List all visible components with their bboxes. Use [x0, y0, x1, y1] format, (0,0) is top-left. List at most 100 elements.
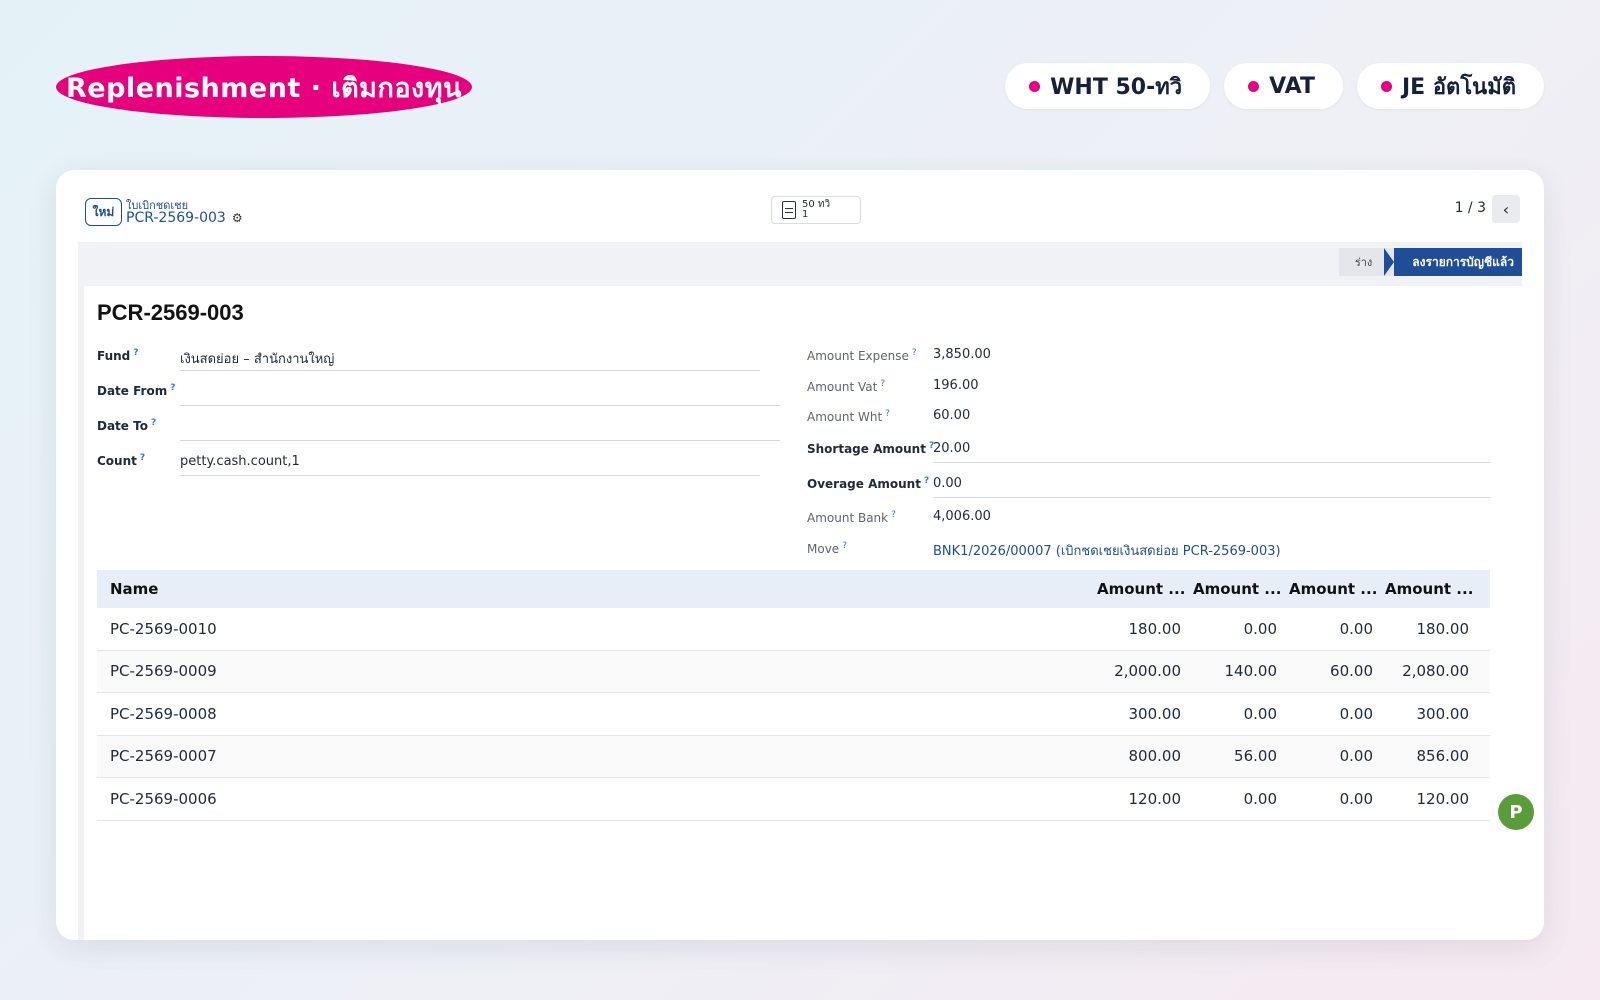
- shortage-amount-underline: [933, 462, 1491, 463]
- table-row[interactable]: PC-2569-0010 180.00 0.00 0.00 180.00: [97, 608, 1490, 651]
- amount-vat-label-text: Amount Vat: [807, 380, 878, 394]
- count-label: Count?: [97, 453, 145, 468]
- form-sheet: PCR-2569-003 Fund? เงินสดย่อย – สำนักงาน…: [84, 286, 1534, 940]
- move-link[interactable]: BNK1/2026/00007 (เบิกชดเชยเงินสดย่อย PCR…: [933, 540, 1281, 561]
- column-header-name[interactable]: Name: [97, 580, 1097, 598]
- avatar[interactable]: P: [1498, 794, 1534, 830]
- amount-wht-value: 60.00: [933, 408, 971, 423]
- cell-amount: 2,000.00: [1114, 662, 1181, 681]
- tag-je: JE อัตโนมัติ: [1356, 63, 1544, 109]
- column-header-amount[interactable]: Amount ...: [1097, 580, 1193, 598]
- cell-amount: 180.00: [1416, 619, 1470, 638]
- lines-table: Name Amount ... Amount ... Amount ... Am…: [97, 570, 1490, 821]
- feature-tags: WHT 50-ทวิ VAT JE อัตโนมัติ: [1005, 63, 1544, 109]
- attachment-label: 50 ทวิ 1: [802, 200, 830, 220]
- cell-name: PC-2569-0008: [110, 704, 217, 723]
- column-header-amount[interactable]: Amount ...: [1289, 580, 1385, 598]
- overage-amount-label: Overage Amount?: [807, 476, 929, 491]
- app-window: ใหม่ ใบเบิกชดเชย PCR-2569-003 ⚙ 50 ทวิ 1…: [56, 170, 1544, 940]
- cell-amount: 0.00: [1339, 789, 1373, 808]
- amount-bank-label: Amount Bank?: [807, 510, 896, 525]
- cell-amount: 60.00: [1330, 662, 1373, 681]
- chevron-left-icon[interactable]: ‹: [1492, 195, 1520, 223]
- count-underline: [180, 475, 760, 476]
- help-icon[interactable]: ?: [885, 409, 890, 419]
- cell-amount: 300.00: [1128, 704, 1182, 723]
- cell-amount: 856.00: [1416, 747, 1470, 766]
- column-header-amount[interactable]: Amount ...: [1385, 580, 1481, 598]
- table-row[interactable]: PC-2569-0009 2,000.00 140.00 60.00 2,080…: [97, 650, 1490, 693]
- help-icon[interactable]: ?: [170, 383, 175, 393]
- column-header-amount[interactable]: Amount ...: [1193, 580, 1289, 598]
- cell-amount: 800.00: [1128, 747, 1182, 766]
- help-icon[interactable]: ?: [880, 379, 885, 389]
- record-title: PCR-2569-003: [97, 300, 244, 325]
- cell-amount: 56.00: [1234, 747, 1277, 766]
- help-icon[interactable]: ?: [924, 476, 929, 486]
- cell-amount: 0.00: [1339, 619, 1373, 638]
- overage-amount-underline: [933, 497, 1491, 498]
- tag-label: JE อัตโนมัติ: [1401, 74, 1516, 100]
- count-label-text: Count: [97, 454, 137, 468]
- amount-expense-label: Amount Expense?: [807, 348, 917, 363]
- bullet-dot-icon: [1029, 80, 1041, 92]
- breadcrumb-current-label: PCR-2569-003: [126, 210, 226, 226]
- amount-vat-value: 196.00: [933, 378, 979, 393]
- tag-vat: VAT: [1224, 63, 1343, 109]
- shortage-amount-label-text: Shortage Amount: [807, 442, 926, 456]
- cell-name: PC-2569-0006: [110, 789, 217, 808]
- help-icon[interactable]: ?: [912, 348, 917, 358]
- move-label: Move?: [807, 541, 847, 556]
- count-field[interactable]: petty.cash.count,1: [180, 454, 300, 469]
- shortage-amount-field[interactable]: 20.00: [933, 441, 970, 456]
- table-row[interactable]: PC-2569-0008 300.00 0.00 0.00 300.00: [97, 693, 1490, 736]
- cell-name: PC-2569-0010: [110, 619, 217, 638]
- cell-amount: 300.00: [1416, 704, 1470, 723]
- table-header: Name Amount ... Amount ... Amount ... Am…: [97, 570, 1490, 608]
- status-posted[interactable]: ลงรายการบัญชีแล้ว: [1384, 248, 1522, 276]
- statusbar: ร่าง ลงรายการบัญชีแล้ว: [1338, 248, 1522, 276]
- amount-bank-label-text: Amount Bank: [807, 511, 889, 525]
- fund-underline: [180, 370, 760, 371]
- table-row[interactable]: PC-2569-0006 120.00 0.00 0.00 120.00: [97, 778, 1490, 821]
- cell-amount: 140.00: [1224, 662, 1278, 681]
- cell-name: PC-2569-0007: [110, 747, 217, 766]
- cell-amount: 120.00: [1416, 789, 1470, 808]
- amount-wht-label: Amount Wht?: [807, 409, 890, 424]
- new-button[interactable]: ใหม่: [85, 198, 122, 226]
- fund-label: Fund?: [97, 348, 139, 363]
- amount-expense-label-text: Amount Expense: [807, 349, 909, 363]
- help-icon[interactable]: ?: [842, 541, 847, 551]
- table-row[interactable]: PC-2569-0007 800.00 56.00 0.00 856.00: [97, 735, 1490, 778]
- breadcrumb-current: PCR-2569-003 ⚙: [126, 210, 243, 226]
- amount-vat-label: Amount Vat?: [807, 379, 885, 394]
- move-label-text: Move: [807, 542, 840, 556]
- help-icon[interactable]: ?: [140, 453, 145, 463]
- document-icon: [782, 201, 796, 219]
- feature-title-pill: Replenishment · เติมกองทุน: [56, 56, 472, 118]
- shortage-amount-label: Shortage Amount?: [807, 441, 934, 456]
- attachment-count: 1: [802, 209, 809, 220]
- cell-name: PC-2569-0009: [110, 662, 217, 681]
- help-icon[interactable]: ?: [133, 348, 138, 358]
- date-to-label-text: Date To: [97, 419, 148, 433]
- gear-icon[interactable]: ⚙: [232, 211, 243, 225]
- overage-amount-field[interactable]: 0.00: [933, 476, 962, 491]
- control-panel: ใหม่ ใบเบิกชดเชย PCR-2569-003 ⚙ 50 ทวิ 1…: [56, 170, 1544, 242]
- overage-amount-label-text: Overage Amount: [807, 477, 921, 491]
- amount-wht-label-text: Amount Wht: [807, 410, 883, 424]
- cell-amount: 0.00: [1243, 619, 1277, 638]
- cell-amount: 120.00: [1128, 789, 1182, 808]
- form-view: ร่าง ลงรายการบัญชีแล้ว PCR-2569-003 Fund…: [78, 242, 1534, 940]
- tag-label: WHT 50-ทวิ: [1050, 74, 1183, 100]
- feature-title: Replenishment · เติมกองทุน: [66, 72, 462, 104]
- attachment-button[interactable]: 50 ทวิ 1: [771, 196, 861, 224]
- fund-field[interactable]: เงินสดย่อย – สำนักงานใหญ่: [180, 348, 334, 369]
- help-icon[interactable]: ?: [891, 510, 896, 520]
- cell-amount: 0.00: [1243, 704, 1277, 723]
- cell-amount: 180.00: [1128, 619, 1182, 638]
- cell-amount: 2,080.00: [1402, 662, 1469, 681]
- help-icon[interactable]: ?: [151, 418, 156, 428]
- cell-amount: 0.00: [1243, 789, 1277, 808]
- pager-value[interactable]: 1 / 3: [1455, 200, 1486, 216]
